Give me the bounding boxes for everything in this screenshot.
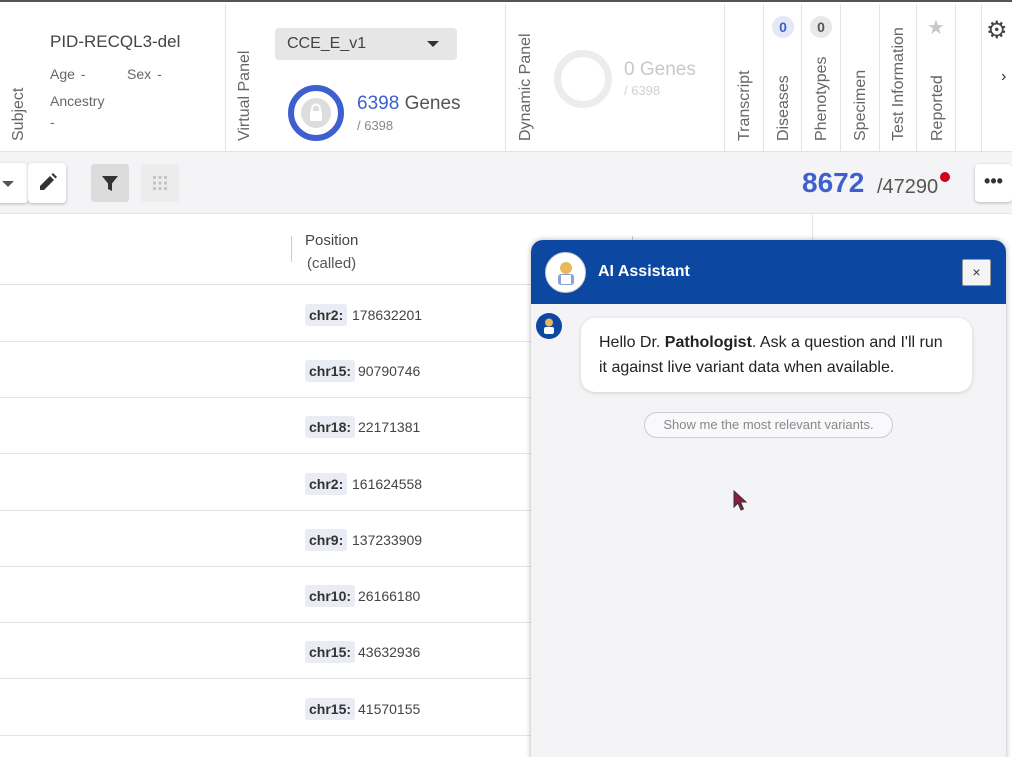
view-dropdown-button[interactable] [0,163,28,203]
chromosome-tag: chr10: [305,585,356,607]
tab-diseases[interactable]: Diseases [775,75,793,141]
mouse-cursor-icon [733,489,749,517]
header-divider [840,4,841,152]
virtual-panel-genes-word: Genes [404,93,461,114]
virtual-panel-ring [288,85,344,141]
virtual-panel-selected-value: CCE_E_v1 [287,35,367,52]
phenotypes-count-badge: 0 [810,16,832,38]
position-header-sublabel: (called) [307,255,357,272]
greeting-prefix: Hello Dr. [599,334,665,351]
header-divider [916,4,917,152]
header-divider [724,4,725,152]
tab-transcript[interactable]: Transcript [736,70,754,141]
dynamic-panel-genes-count: 0 Genes [624,59,696,80]
sex-field: Sex - [127,66,162,82]
assistant-avatar-icon [536,313,562,339]
grid-icon [153,176,167,190]
ai-assistant-panel: AI Assistant × Hello Dr. Pathologist. As… [531,240,1006,757]
notification-dot [940,172,950,182]
header-divider [225,4,226,152]
header-divider [801,4,802,152]
position-value: 178632201 [352,307,423,323]
subject-id: PID-RECQL3-del [50,32,181,51]
ai-assistant-title: AI Assistant [598,263,690,280]
tab-test-information[interactable]: Test Information [890,27,908,141]
position-value: 137233909 [352,532,423,548]
settings-gear-icon[interactable]: ⚙ [986,16,1008,45]
edit-button[interactable] [28,163,66,203]
filter-icon [102,176,118,191]
virtual-panel-select[interactable]: CCE_E_v1 [275,28,457,60]
greeting-name: Pathologist [664,334,752,351]
tab-specimen[interactable]: Specimen [852,70,870,141]
sex-value: - [157,66,162,82]
chevron-right-icon[interactable]: › [1001,68,1006,86]
chromosome-tag: chr2: [305,304,348,326]
chromosome-tag: chr15: [305,360,356,382]
sex-label: Sex [127,66,152,82]
age-label: Age [50,66,75,82]
virtual-panel-genes-count: 6398 [357,93,400,114]
subject-section-label: Subject [10,87,27,141]
position-value: 43632936 [358,644,421,660]
age-field: Age - [50,66,86,82]
filtered-variant-count: 8672 [802,167,865,198]
chromosome-tag: chr9: [305,529,348,551]
chromosome-tag: chr2: [305,473,348,495]
more-options-icon: ••• [984,171,1003,191]
position-header-label: Position [305,232,359,249]
diseases-count-badge: 0 [772,16,794,38]
assistant-message: Hello Dr. Pathologist. Ask a question an… [581,318,972,392]
edit-pencil-icon [40,173,57,190]
tab-reported[interactable]: Reported [929,75,947,141]
chromosome-tag: chr15: [305,641,356,663]
position-value: 26166180 [358,588,421,604]
grid-view-button[interactable] [141,164,179,202]
total-variant-count: /47290 [877,176,939,198]
chromosome-tag: chr15: [305,698,356,720]
dynamic-panel-ring [554,50,612,108]
column-divider [291,236,292,262]
ai-assistant-header: AI Assistant × [531,240,1006,304]
virtual-panel-genes-total: / 6398 [357,118,394,133]
virtual-panel-label: Virtual Panel [236,50,253,141]
chevron-down-icon [2,181,14,187]
assistant-avatar-icon [545,252,586,293]
position-value: 161624558 [352,476,423,492]
header-divider [763,4,764,152]
suggestion-chip[interactable]: Show me the most relevant variants. [644,412,893,438]
header-divider [955,4,956,152]
case-header: Subject PID-RECQL3-del Age - Sex - Ancestr… [0,0,1012,152]
header-divider [879,4,880,152]
close-icon: × [972,264,981,280]
star-icon: ★ [927,17,945,39]
filter-button[interactable] [91,164,129,202]
header-divider [981,4,982,152]
column-header-position[interactable]: Position (called) [305,229,358,275]
age-value: - [80,66,86,82]
lock-icon [301,98,331,128]
position-value: 22171381 [358,419,421,435]
dynamic-panel-label: Dynamic Panel [517,33,534,141]
position-value: 41570155 [358,701,421,717]
more-options-button[interactable]: ••• [975,164,1012,202]
chevron-down-icon [427,41,439,47]
chromosome-tag: chr18: [305,416,356,438]
close-button[interactable]: × [962,259,991,286]
ancestry-label: Ancestry [50,93,105,109]
header-divider [505,4,506,152]
tab-phenotypes[interactable]: Phenotypes [813,56,831,141]
virtual-panel-genes: 6398 Genes [357,93,461,115]
ancestry-value: - [50,114,55,130]
dynamic-panel-genes-total: / 6398 [624,83,661,98]
position-value: 90790746 [358,363,421,379]
